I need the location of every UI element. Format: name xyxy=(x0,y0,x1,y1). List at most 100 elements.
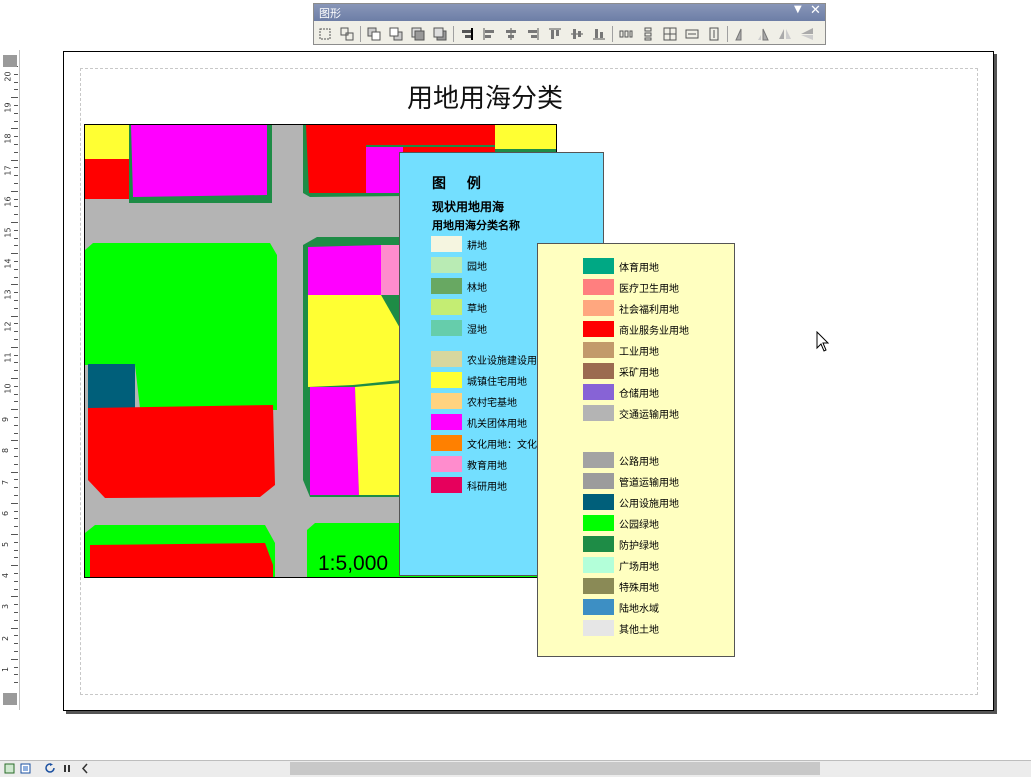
flip-horizontal-icon[interactable] xyxy=(776,26,793,43)
scroll-left-icon[interactable] xyxy=(80,763,91,777)
legend-panel-secondary[interactable]: 体育用地 医疗卫生用地 社会福利用地 商业服务业用地 工业用地 采矿用地 仓储用地 交通运输用… xyxy=(537,243,735,657)
ruler-tick xyxy=(11,534,18,535)
legend-swatch xyxy=(583,452,614,468)
ruler-tick xyxy=(14,237,18,239)
make-same-size-icon[interactable] xyxy=(661,26,678,43)
ruler-tick xyxy=(14,354,18,356)
ruler-label: 4 xyxy=(1,573,11,579)
legend-swatch xyxy=(431,435,462,451)
legend-item-label: 文化用地：文化 xyxy=(467,439,537,451)
legend-item-label: 公路用地 xyxy=(619,456,659,468)
distribute-vertically-icon[interactable] xyxy=(639,26,656,43)
legend-swatch xyxy=(431,320,462,336)
legend-item: 公路用地 xyxy=(583,452,659,468)
ruler-tick xyxy=(14,339,18,340)
refresh-icon[interactable] xyxy=(45,763,56,777)
scale-text[interactable]: 1:5,000 xyxy=(318,552,388,576)
legend-item-label: 科研用地 xyxy=(467,481,507,493)
ruler-bottom-marker[interactable] xyxy=(3,693,17,705)
ruler-tick xyxy=(14,674,18,676)
make-same-width-icon[interactable] xyxy=(683,26,700,43)
legend-swatch xyxy=(583,473,614,489)
legend-item: 采矿用地 xyxy=(583,363,659,379)
ruler-tick xyxy=(14,276,18,278)
legend-item: 防护绿地 xyxy=(583,536,659,552)
ruler-tick xyxy=(14,151,18,153)
layout-view-icon[interactable] xyxy=(20,763,31,777)
ungroup-icon[interactable] xyxy=(338,26,355,43)
ruler-tick xyxy=(14,167,18,169)
ruler-tick xyxy=(14,635,18,637)
ruler-tick xyxy=(11,596,18,598)
group-icon[interactable] xyxy=(316,26,333,43)
ruler-tick xyxy=(14,510,18,512)
rotate-left-icon[interactable] xyxy=(732,26,749,43)
send-to-back-icon[interactable] xyxy=(387,26,404,43)
vertical-ruler[interactable]: 20 19 18 17 16 15 14 13 12 11 10 9 8 7 6 5 4 3 2 1 xyxy=(0,50,20,710)
align-right-icon[interactable] xyxy=(524,26,541,43)
legend-item: 交通运输用地 xyxy=(583,405,679,421)
legend-item-label: 教育用地 xyxy=(467,460,507,472)
toolbar-menu-icon[interactable]: ▼ xyxy=(794,4,802,15)
align-left-icon[interactable] xyxy=(480,26,497,43)
ruler-label: 19 xyxy=(3,102,13,113)
ruler-tick xyxy=(14,136,18,138)
ruler-tick xyxy=(11,565,18,567)
map-title[interactable]: 用地用海分类 xyxy=(300,78,670,115)
legend-item: 公用设施用地 xyxy=(583,494,679,510)
bring-to-front-icon[interactable] xyxy=(365,26,382,43)
distribute-horizontally-icon[interactable] xyxy=(617,26,634,43)
legend-item-label: 商业服务业用地 xyxy=(619,325,689,337)
bring-forward-icon[interactable] xyxy=(409,26,426,43)
align-middle-icon[interactable] xyxy=(568,26,585,43)
legend-item: 公园绿地 xyxy=(583,515,659,531)
legend-swatch xyxy=(583,321,614,337)
legend-item: 教育用地 xyxy=(431,456,507,472)
ruler-tick xyxy=(14,268,18,270)
ruler-tick xyxy=(14,580,18,582)
legend-swatch xyxy=(583,536,614,552)
legend-item-label: 陆地水域 xyxy=(619,603,659,615)
pause-icon[interactable] xyxy=(62,763,73,777)
legend-swatch xyxy=(583,557,614,573)
legend-item-label: 医疗卫生用地 xyxy=(619,283,679,295)
legend-swatch xyxy=(431,372,462,388)
legend-swatch xyxy=(583,494,614,510)
rotate-right-icon[interactable] xyxy=(754,26,771,43)
ruler-tick xyxy=(14,487,18,489)
toolbar-close-icon[interactable]: ✕ xyxy=(810,3,821,18)
ruler-tick xyxy=(11,128,18,130)
align-to-margins-icon[interactable] xyxy=(458,26,475,43)
align-bottom-icon[interactable] xyxy=(590,26,607,43)
make-same-height-icon[interactable] xyxy=(705,26,722,43)
align-top-icon[interactable] xyxy=(546,26,563,43)
legend-item: 农业设施建设用地 xyxy=(431,351,547,367)
flip-vertical-icon[interactable] xyxy=(798,26,815,43)
legend-item: 城镇住宅用地 xyxy=(431,372,527,388)
ruler-tick xyxy=(14,112,18,114)
legend-item-label: 公园绿地 xyxy=(619,519,659,531)
legend-swatch xyxy=(583,363,614,379)
ruler-label: 10 xyxy=(3,383,13,394)
legend-swatch xyxy=(431,456,462,472)
ruler-tick xyxy=(14,120,18,122)
ruler-top-marker[interactable] xyxy=(3,55,17,67)
toolbar-titlebar[interactable]: 图形 ▼ ✕ xyxy=(314,3,825,21)
legend-item-label: 特殊用地 xyxy=(619,582,659,594)
ruler-tick xyxy=(14,495,18,496)
legend-swatch xyxy=(431,278,462,294)
legend-field-name: 用地用海分类名称 xyxy=(432,219,520,232)
ruler-tick xyxy=(14,526,18,528)
data-view-icon[interactable] xyxy=(4,763,15,777)
align-center-icon[interactable] xyxy=(502,26,519,43)
ruler-tick xyxy=(11,97,18,99)
ruler-label: 16 xyxy=(3,196,13,207)
ruler-tick xyxy=(14,604,18,606)
ruler-tick xyxy=(14,292,18,294)
legend-item: 湿地 xyxy=(431,320,487,336)
legend-swatch xyxy=(431,477,462,493)
horizontal-scrollbar-thumb[interactable] xyxy=(290,762,820,775)
ruler-label: 5 xyxy=(1,541,11,548)
send-backward-icon[interactable] xyxy=(431,26,448,43)
ruler-tick xyxy=(11,627,18,629)
